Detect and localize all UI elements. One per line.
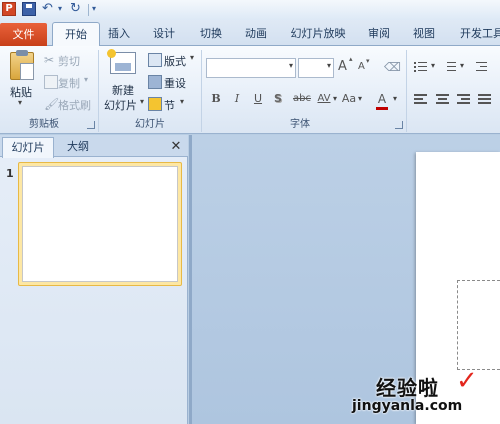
copy-button[interactable]: 复制	[58, 75, 80, 91]
tab-slideshow[interactable]: 幻灯片放映	[286, 22, 350, 46]
redo-icon[interactable]: ↻	[70, 2, 84, 16]
tab-file[interactable]: 文件	[0, 23, 47, 46]
tab-outline[interactable]: 大纲	[56, 137, 100, 157]
section-icon	[148, 97, 162, 111]
decrease-indent-icon[interactable]	[474, 60, 488, 74]
tab-review[interactable]: 审阅	[360, 22, 398, 46]
group-separator	[98, 50, 99, 132]
section-button[interactable]: 节	[164, 97, 175, 113]
numbering-icon[interactable]	[443, 60, 457, 74]
strikethrough-button[interactable]: abc	[291, 91, 313, 107]
change-case-dropdown-icon[interactable]: ▾	[357, 91, 363, 107]
italic-button[interactable]: I	[231, 91, 243, 107]
shrink-font-arrow-icon: ▾	[366, 57, 370, 65]
toolbar-separator	[88, 4, 89, 16]
ribbon-tabs: 文件 开始 插入 设计 切换 动画 幻灯片放映 审阅 视图 开发工具	[0, 20, 500, 48]
grow-font-arrow-icon: ▴	[349, 55, 353, 63]
slides-group-label: 幻灯片	[135, 119, 165, 130]
clear-format-icon[interactable]: ⌫	[384, 60, 401, 74]
watermark-url: jingyanla.com	[352, 398, 463, 414]
new-slide-label[interactable]: 新建	[112, 82, 134, 98]
slides-pane-tabs: 幻灯片 大纲 ✕	[0, 135, 188, 158]
paste-icon[interactable]	[10, 50, 34, 80]
save-icon[interactable]	[22, 2, 36, 16]
section-dropdown-icon[interactable]: ▾	[180, 97, 184, 106]
justify-icon[interactable]	[478, 92, 492, 106]
layout-dropdown-icon[interactable]: ▾	[190, 53, 194, 62]
tab-transitions[interactable]: 切换	[192, 22, 230, 46]
group-separator	[406, 50, 407, 132]
format-painter-button[interactable]: 格式刷	[58, 97, 91, 113]
copy-icon	[44, 75, 58, 89]
font-color-button[interactable]: A	[376, 91, 388, 110]
change-case-button[interactable]: Aa	[341, 91, 357, 107]
reset-icon	[148, 75, 162, 89]
underline-button[interactable]: U	[252, 91, 264, 107]
new-slide-button[interactable]: 幻灯片	[104, 97, 137, 113]
layout-icon	[148, 53, 162, 67]
new-slide-icon[interactable]	[107, 49, 136, 74]
clipboard-group-label: 剪贴板	[29, 119, 59, 130]
content-placeholder[interactable]	[457, 280, 500, 370]
font-size-dropdown-icon[interactable]: ▾	[327, 61, 331, 70]
font-group-label: 字体	[290, 119, 310, 130]
tab-home[interactable]: 开始	[52, 22, 100, 48]
shadow-button[interactable]: S	[272, 91, 284, 107]
pane-splitter[interactable]	[189, 135, 192, 424]
ribbon-home: 粘贴 ▾ ✂ 剪切 复制 ▾ 🖌 格式刷 剪贴板 新建 幻灯片 ▾ 版式 ▾ 重…	[0, 46, 500, 134]
new-slide-dropdown-icon[interactable]: ▾	[140, 97, 144, 106]
numbering-dropdown-icon[interactable]: ▾	[460, 61, 464, 70]
align-left-icon[interactable]	[414, 92, 428, 106]
font-name-dropdown-icon[interactable]: ▾	[289, 61, 293, 70]
watermark-text: 经验啦	[376, 376, 439, 400]
tab-developer[interactable]: 开发工具	[452, 22, 500, 46]
bullets-dropdown-icon[interactable]: ▾	[431, 61, 435, 70]
font-size-combo[interactable]: ▾	[298, 58, 334, 78]
font-name-combo[interactable]: ▾	[206, 58, 296, 78]
format-painter-icon: 🖌	[44, 97, 60, 111]
tab-design[interactable]: 设计	[145, 22, 183, 46]
character-spacing-button[interactable]: AV	[316, 91, 332, 107]
tab-slides[interactable]: 幻灯片	[2, 137, 54, 158]
tab-view[interactable]: 视图	[405, 22, 443, 46]
character-spacing-dropdown-icon[interactable]: ▾	[332, 91, 338, 107]
layout-button[interactable]: 版式	[164, 53, 186, 69]
cut-button[interactable]: 剪切	[58, 53, 80, 69]
tab-animations[interactable]: 动画	[237, 22, 275, 46]
shrink-font-button[interactable]: A	[358, 61, 365, 72]
bold-button[interactable]: B	[210, 91, 222, 107]
customize-toolbar-icon[interactable]: ▾	[92, 2, 106, 16]
bullets-icon[interactable]	[414, 60, 428, 74]
undo-icon[interactable]: ↶	[42, 2, 56, 16]
tab-insert[interactable]: 插入	[100, 22, 138, 46]
quick-access-toolbar: P ↶ ▾ ↻ ▾	[0, 0, 500, 20]
powerpoint-logo-icon[interactable]: P	[2, 2, 16, 16]
align-center-icon[interactable]	[436, 92, 450, 106]
close-pane-icon[interactable]: ✕	[168, 137, 184, 157]
copy-dropdown-icon[interactable]: ▾	[84, 75, 88, 84]
paste-dropdown-icon[interactable]: ▾	[18, 98, 22, 107]
font-color-dropdown-icon[interactable]: ▾	[392, 91, 398, 107]
cut-icon: ✂	[44, 53, 55, 67]
reset-button[interactable]: 重设	[164, 75, 186, 91]
clipboard-launcher-icon[interactable]	[87, 121, 95, 129]
slide-thumbnail[interactable]	[22, 166, 178, 282]
slide-number: 1	[6, 167, 14, 180]
align-right-icon[interactable]	[457, 92, 471, 106]
grow-font-button[interactable]: A	[338, 59, 347, 74]
watermark-check-icon: ✓	[456, 366, 478, 396]
font-launcher-icon[interactable]	[395, 121, 403, 129]
